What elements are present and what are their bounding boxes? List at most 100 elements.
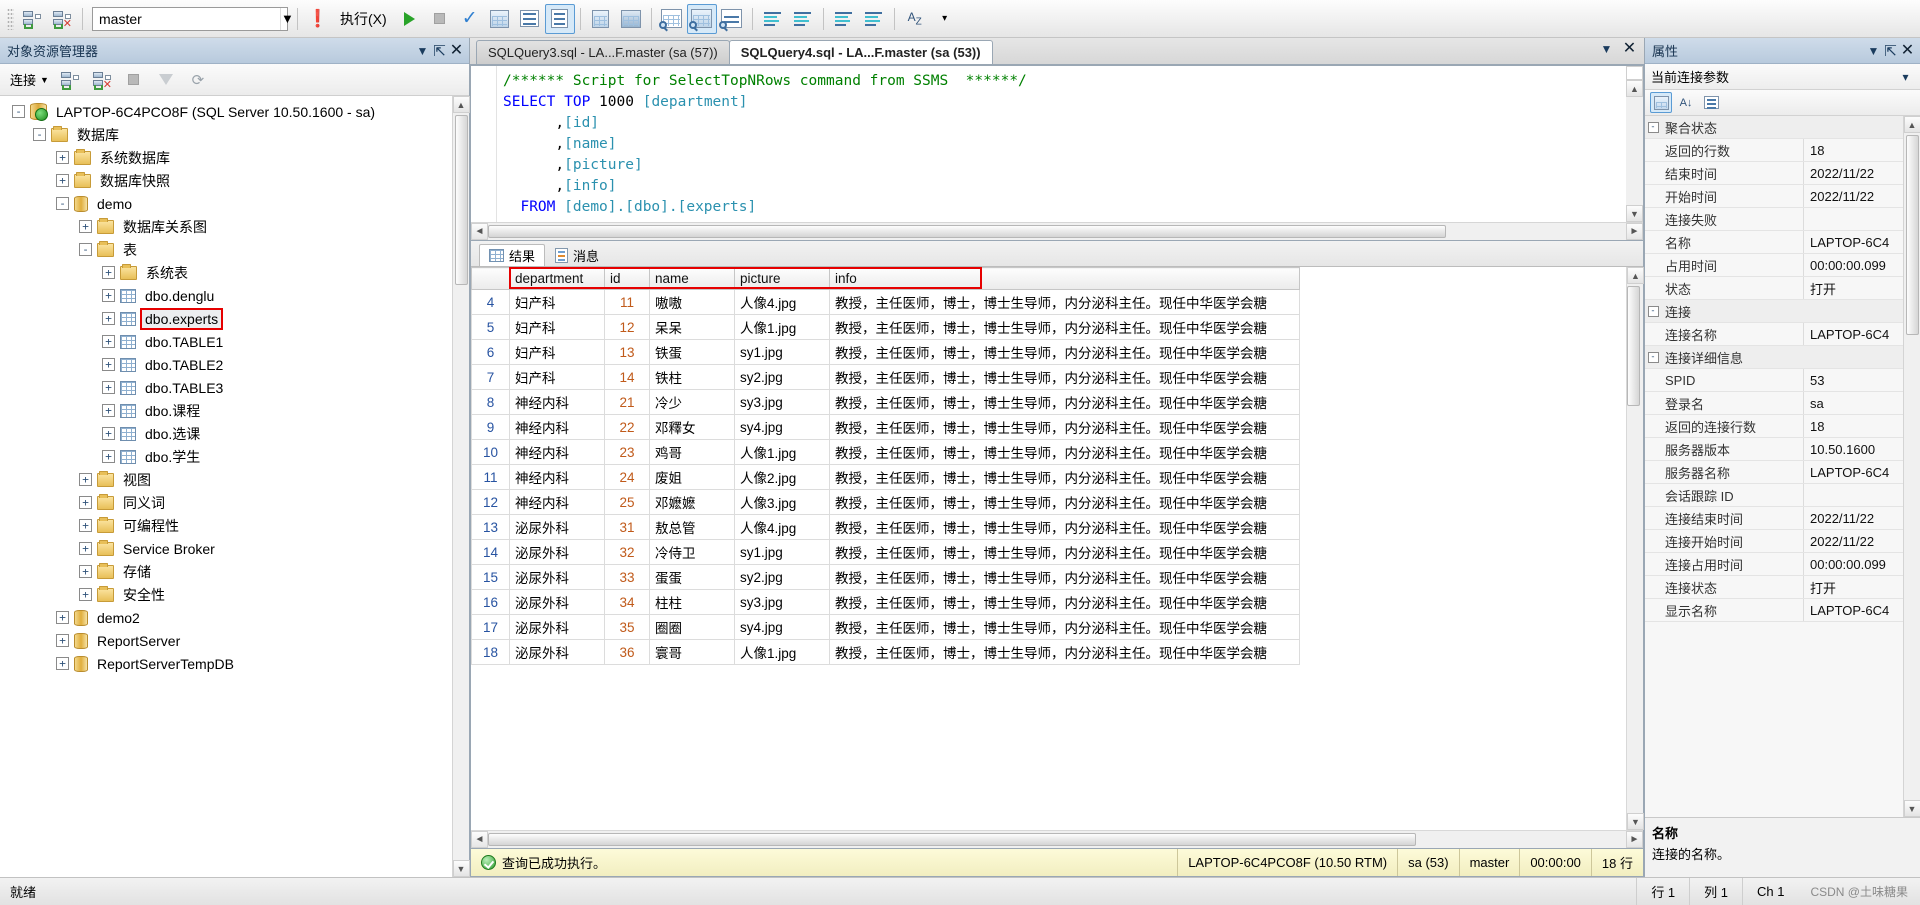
cell-name[interactable]: 蛋蛋 xyxy=(649,564,735,590)
indent-icon[interactable] xyxy=(829,4,859,34)
comment-icon[interactable] xyxy=(758,4,788,34)
property-row[interactable]: 显示名称 LAPTOP-6C4 xyxy=(1645,599,1903,622)
row-number-cell[interactable]: 9 xyxy=(471,414,510,440)
table-row[interactable]: 18 泌尿外科 36 寰哥 人像1.jpg 教授，主任医师，博士，博士生导师，内分泌科主任… xyxy=(471,639,1300,665)
cell-id[interactable]: 24 xyxy=(604,464,650,490)
property-category-row[interactable]: - 连接详细信息 xyxy=(1645,346,1903,369)
scroll-thumb[interactable] xyxy=(1905,135,1919,335)
column-header[interactable]: picture xyxy=(734,267,830,290)
cell-info[interactable]: 教授，主任医师，博士，博士生导师，内分泌科主任。现任中华医学会糖 xyxy=(829,314,1300,340)
cell-info[interactable]: 教授，主任医师，博士，博士生导师，内分泌科主任。现任中华医学会糖 xyxy=(829,564,1300,590)
row-number-cell[interactable]: 8 xyxy=(471,389,510,415)
tree-item[interactable]: + dbo.experts xyxy=(0,307,452,330)
scroll-thumb[interactable] xyxy=(488,225,1446,238)
expand-icon[interactable]: + xyxy=(102,358,115,371)
cell-id[interactable]: 12 xyxy=(604,314,650,340)
cell-info[interactable]: 教授，主任医师，博士，博士生导师，内分泌科主任。现任中华医学会糖 xyxy=(829,364,1300,390)
include-actual-plan-icon[interactable] xyxy=(586,4,616,34)
pin-icon[interactable]: ⇱ xyxy=(431,42,448,60)
disconnect-object-explorer-icon[interactable]: ✕ xyxy=(87,65,117,95)
cell-name[interactable]: 废姐 xyxy=(649,464,735,490)
cell-department[interactable]: 妇产科 xyxy=(509,314,605,340)
sql-editor[interactable]: /****** Script for SelectTopNRows comman… xyxy=(470,65,1644,241)
scroll-left-icon[interactable]: ◄ xyxy=(471,831,488,848)
property-value[interactable]: LAPTOP-6C4 xyxy=(1803,231,1903,253)
cell-id[interactable]: 11 xyxy=(604,289,650,315)
object-explorer-tree[interactable]: - LAPTOP-6C4PCO8F (SQL Server 10.50.1600 … xyxy=(0,96,452,877)
row-number-cell[interactable]: 16 xyxy=(471,589,510,615)
sql-code[interactable]: /****** Script for SelectTopNRows comman… xyxy=(497,66,1626,222)
filter-icon[interactable] xyxy=(151,65,181,95)
expand-icon[interactable]: + xyxy=(56,657,69,670)
cell-id[interactable]: 23 xyxy=(604,439,650,465)
expand-icon[interactable]: + xyxy=(56,151,69,164)
row-number-cell[interactable]: 6 xyxy=(471,339,510,365)
column-header[interactable]: department xyxy=(509,267,605,290)
cell-info[interactable]: 教授，主任医师，博士，博士生导师，内分泌科主任。现任中华医学会糖 xyxy=(829,289,1300,315)
cell-info[interactable]: 教授，主任医师，博士，博士生导师，内分泌科主任。现任中华医学会糖 xyxy=(829,514,1300,540)
column-header[interactable]: id xyxy=(604,267,650,290)
expand-icon[interactable]: + xyxy=(102,335,115,348)
row-number-cell[interactable]: 18 xyxy=(471,639,510,665)
cell-department[interactable]: 神经内科 xyxy=(509,464,605,490)
chevron-down-icon[interactable]: ▼ xyxy=(280,7,294,30)
results-to-grid-icon[interactable] xyxy=(657,4,687,34)
cell-name[interactable]: 鸡哥 xyxy=(649,439,735,465)
expand-icon[interactable]: + xyxy=(102,289,115,302)
categorized-icon[interactable] xyxy=(1650,92,1672,113)
property-row[interactable]: 占用时间 00:00:00.099 xyxy=(1645,254,1903,277)
tree-item[interactable]: - LAPTOP-6C4PCO8F (SQL Server 10.50.1600 … xyxy=(0,100,452,123)
property-value[interactable]: 打开 xyxy=(1803,576,1903,598)
expand-icon[interactable]: + xyxy=(79,588,92,601)
collapse-icon[interactable]: - xyxy=(56,197,69,210)
scroll-right-icon[interactable]: ► xyxy=(1626,831,1643,848)
expand-icon[interactable]: + xyxy=(79,519,92,532)
tree-item[interactable]: + dbo.TABLE1 xyxy=(0,330,452,353)
row-number-cell[interactable]: 4 xyxy=(471,289,510,315)
new-query-icon[interactable] xyxy=(17,4,47,34)
cell-id[interactable]: 35 xyxy=(604,614,650,640)
sort-alphabetical-icon[interactable]: A↓ xyxy=(1675,92,1697,113)
property-value[interactable]: 2022/11/22 xyxy=(1803,162,1903,184)
scroll-thumb[interactable] xyxy=(488,833,1416,846)
property-row[interactable]: 连接名称 LAPTOP-6C4 xyxy=(1645,323,1903,346)
database-select-input[interactable] xyxy=(93,10,280,27)
property-value[interactable]: 2022/11/22 xyxy=(1803,530,1903,552)
row-number-cell[interactable]: 13 xyxy=(471,514,510,540)
collapse-icon[interactable]: - xyxy=(33,128,46,141)
expand-icon[interactable]: + xyxy=(79,496,92,509)
cell-picture[interactable]: 人像1.jpg xyxy=(734,639,830,665)
property-row[interactable]: 连接占用时间 00:00:00.099 xyxy=(1645,553,1903,576)
editor-horizontal-scrollbar[interactable]: ◄ ► xyxy=(471,222,1643,240)
toolbar-overflow-icon[interactable]: ▾ xyxy=(930,4,960,34)
property-value[interactable]: 2022/11/22 xyxy=(1803,507,1903,529)
stop-icon[interactable] xyxy=(425,4,455,34)
table-row[interactable]: 7 妇产科 14 铁柱 sy2.jpg 教授，主任医师，博士，博士生导师，内分泌科主任。现… xyxy=(471,364,1300,390)
table-row[interactable]: 17 泌尿外科 35 圈圈 sy4.jpg 教授，主任医师，博士，博士生导师，内分泌科主任… xyxy=(471,614,1300,640)
tree-item[interactable]: + dbo.学生 xyxy=(0,445,452,468)
cell-department[interactable]: 泌尿外科 xyxy=(509,564,605,590)
specify-values-icon[interactable]: AZ xyxy=(900,4,930,34)
cell-name[interactable]: 圈圈 xyxy=(649,614,735,640)
cell-info[interactable]: 教授，主任医师，博士，博士生导师，内分泌科主任。现任中华医学会糖 xyxy=(829,464,1300,490)
tree-item[interactable]: + 系统数据库 xyxy=(0,146,452,169)
scroll-track[interactable] xyxy=(1626,97,1643,205)
table-row[interactable]: 4 妇产科 11 嗷嗷 人像4.jpg 教授，主任医师，博士，博士生导师，内分泌科主任。现… xyxy=(471,289,1300,315)
cell-name[interactable]: 柱柱 xyxy=(649,589,735,615)
property-value[interactable]: 53 xyxy=(1803,369,1903,391)
cell-name[interactable]: 冷侍卫 xyxy=(649,539,735,565)
cell-info[interactable]: 教授，主任医师，博士，博士生导师，内分泌科主任。现任中华医学会糖 xyxy=(829,389,1300,415)
tree-item[interactable]: + 安全性 xyxy=(0,583,452,606)
cell-name[interactable]: 铁柱 xyxy=(649,364,735,390)
split-handle[interactable] xyxy=(1626,66,1643,80)
scroll-up-icon[interactable]: ▲ xyxy=(1627,267,1644,284)
cell-picture[interactable]: 人像4.jpg xyxy=(734,514,830,540)
disconnect-icon[interactable]: ✕ xyxy=(47,4,77,34)
close-icon[interactable]: ✕ xyxy=(1621,40,1638,57)
property-value[interactable]: sa xyxy=(1803,392,1903,414)
row-number-cell[interactable]: 17 xyxy=(471,614,510,640)
scroll-thumb[interactable] xyxy=(454,115,468,285)
tree-item[interactable]: - 数据库 xyxy=(0,123,452,146)
property-value[interactable]: 18 xyxy=(1803,415,1903,437)
execute-button[interactable]: 执行(X) xyxy=(333,4,395,34)
